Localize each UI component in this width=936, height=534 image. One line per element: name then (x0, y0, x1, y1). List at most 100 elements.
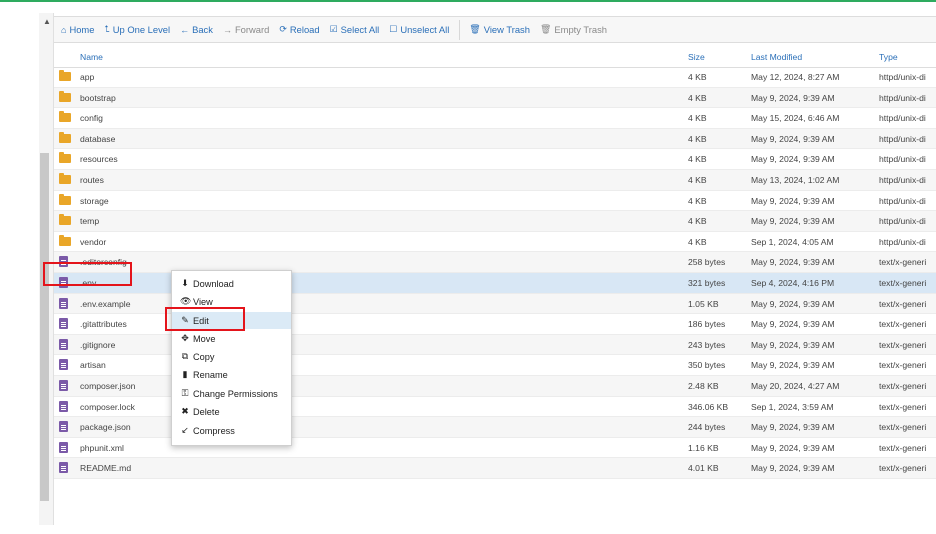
compress-icon: ↙ (181, 425, 189, 435)
unselect-all-button[interactable]: ☐ Unselect All (389, 24, 449, 35)
file-type: httpd/unix-di (879, 72, 926, 82)
home-button[interactable]: ⌂ Home (61, 24, 94, 35)
file-name: .gitignore (80, 339, 116, 350)
table-row[interactable]: app 4 KB May 12, 2024, 8:27 AM httpd/unix-d… (54, 67, 936, 88)
table-row[interactable]: README.md 4.01 KB May 9, 2024, 9:39 AM text… (54, 458, 936, 479)
table-row[interactable]: database 4 KB May 9, 2024, 9:39 AM httpd/un… (54, 128, 936, 150)
move-icon: ✥ (181, 333, 189, 343)
menu-item-label: Copy (193, 351, 215, 362)
file-modified: Sep 1, 2024, 4:05 AM (751, 236, 834, 247)
file-modified: May 9, 2024, 9:39 AM (751, 216, 835, 227)
key-icon: ⚿ (181, 388, 189, 398)
table-row[interactable]: storage 4 KB May 9, 2024, 9:39 AM httpd/uni… (54, 191, 936, 212)
file-table-header: Name Size Last Modified Type (54, 45, 936, 68)
column-type[interactable]: Type (879, 52, 898, 62)
menu-item-copy[interactable]: ⧉ Copy (172, 348, 291, 365)
file-type: text/x-generi (879, 380, 927, 391)
forward-button[interactable]: → Forward (223, 24, 269, 35)
file-modified: May 9, 2024, 9:39 AM (751, 154, 835, 165)
file-name: .gitattributes (80, 319, 127, 330)
file-name: .env.example (80, 298, 131, 309)
column-last-modified[interactable]: Last Modified (751, 52, 802, 62)
file-icon (59, 462, 68, 474)
file-size: 4 KB (688, 216, 707, 227)
table-row[interactable]: temp 4 KB May 9, 2024, 9:39 AM httpd/unix-d… (54, 211, 936, 232)
file-modified: May 9, 2024, 9:39 AM (751, 195, 835, 206)
column-name[interactable]: Name (80, 52, 103, 62)
file-modified: May 12, 2024, 8:27 AM (751, 72, 840, 82)
table-row[interactable]: routes 4 KB May 13, 2024, 1:02 AM httpd/uni… (54, 169, 936, 191)
file-type: httpd/unix-di (879, 174, 926, 185)
download-icon: ⬇ (181, 278, 189, 288)
file-size: 350 bytes (688, 360, 726, 371)
trash-icon: 🗑 (539, 24, 552, 34)
file-type: text/x-generi (879, 257, 927, 268)
file-modified: May 9, 2024, 9:39 AM (751, 360, 835, 371)
file-icon (59, 318, 68, 330)
file-modified: May 9, 2024, 9:39 AM (751, 298, 835, 309)
file-type: text/x-generi (879, 277, 927, 288)
table-row[interactable]: bootstrap 4 KB May 9, 2024, 9:39 AM httpd/u… (54, 87, 936, 109)
file-type: httpd/unix-di (879, 154, 926, 165)
table-row[interactable]: config 4 KB May 15, 2024, 6:46 AM httpd/uni… (54, 108, 936, 129)
home-icon: ⌂ (61, 24, 67, 35)
file-modified: May 9, 2024, 9:39 AM (751, 319, 835, 330)
scroll-up-arrow-icon[interactable]: ▲ (43, 17, 51, 26)
empty-trash-button[interactable]: 🗑 Empty Trash (540, 24, 607, 35)
checkbox-checked-icon: ☑ (329, 24, 338, 34)
view-trash-button[interactable]: 🗑 View Trash (469, 24, 530, 35)
reload-button[interactable]: ⟳ Reload (279, 24, 319, 35)
file-type: text/x-generi (879, 442, 927, 453)
file-name: routes (80, 174, 104, 185)
file-name: artisan (80, 360, 106, 371)
file-name: vendor (80, 236, 107, 247)
scrollbar-thumb[interactable] (40, 153, 49, 501)
edit-item-highlight-box (165, 307, 245, 331)
file-modified: May 13, 2024, 1:02 AM (751, 174, 840, 185)
file-type: httpd/unix-di (879, 133, 926, 144)
reload-icon: ⟳ (279, 24, 287, 34)
file-icon (59, 421, 68, 433)
menu-item-label: Compress (193, 425, 235, 436)
back-button[interactable]: ← Back (180, 24, 213, 35)
file-name: app (80, 72, 95, 82)
file-size: 258 bytes (688, 257, 726, 268)
file-size: 1.16 KB (688, 442, 719, 453)
menu-item-move[interactable]: ✥ Move (172, 330, 291, 347)
menu-item-change-permissions[interactable]: ⚿ Change Permissions (172, 385, 291, 402)
file-modified: May 15, 2024, 6:46 AM (751, 113, 840, 124)
file-icon: ▮ (182, 369, 188, 379)
file-name: resources (80, 154, 118, 165)
table-row[interactable]: vendor 4 KB Sep 1, 2024, 4:05 AM httpd/unix… (54, 232, 936, 253)
menu-item-download[interactable]: ⬇ Download (172, 275, 291, 292)
file-size: 346.06 KB (688, 401, 729, 412)
file-size: 2.48 KB (688, 380, 719, 391)
folder-icon (59, 193, 71, 205)
file-icon (59, 297, 68, 309)
folder-icon (59, 234, 71, 246)
copy-icon: ⧉ (181, 351, 189, 361)
select-all-button[interactable]: ☑ Select All (330, 24, 380, 35)
menu-item-delete[interactable]: ✖ Delete (172, 403, 291, 420)
menu-item-label: Move (193, 333, 216, 344)
file-modified: Sep 1, 2024, 3:59 AM (751, 401, 834, 412)
file-modified: May 9, 2024, 9:39 AM (751, 442, 835, 453)
file-icon (59, 379, 68, 391)
up-one-level-button[interactable]: ⮤ Up One Level (104, 24, 170, 35)
file-size: 4 KB (688, 92, 707, 103)
table-row[interactable]: resources 4 KB May 9, 2024, 9:39 AM httpd/u… (54, 149, 936, 170)
env-row-highlight-box (43, 262, 132, 286)
column-size[interactable]: Size (688, 52, 705, 62)
file-type: httpd/unix-di (879, 113, 926, 124)
file-type: text/x-generi (879, 319, 927, 330)
file-icon (59, 338, 68, 350)
up-arrow-icon: ⮤ (104, 24, 110, 34)
file-name: bootstrap (80, 92, 116, 103)
file-icon (59, 400, 68, 412)
menu-item-compress[interactable]: ↙ Compress (172, 422, 291, 439)
file-name: package.json (80, 422, 131, 433)
menu-item-label: Delete (193, 406, 220, 417)
file-modified: Sep 4, 2024, 4:16 PM (751, 277, 835, 288)
menu-item-rename[interactable]: ▮ Rename (172, 366, 291, 383)
file-manager-toolbar: ⌂ Home ⮤ Up One Level ← Back → Forward ⟳ Relo… (54, 16, 936, 43)
